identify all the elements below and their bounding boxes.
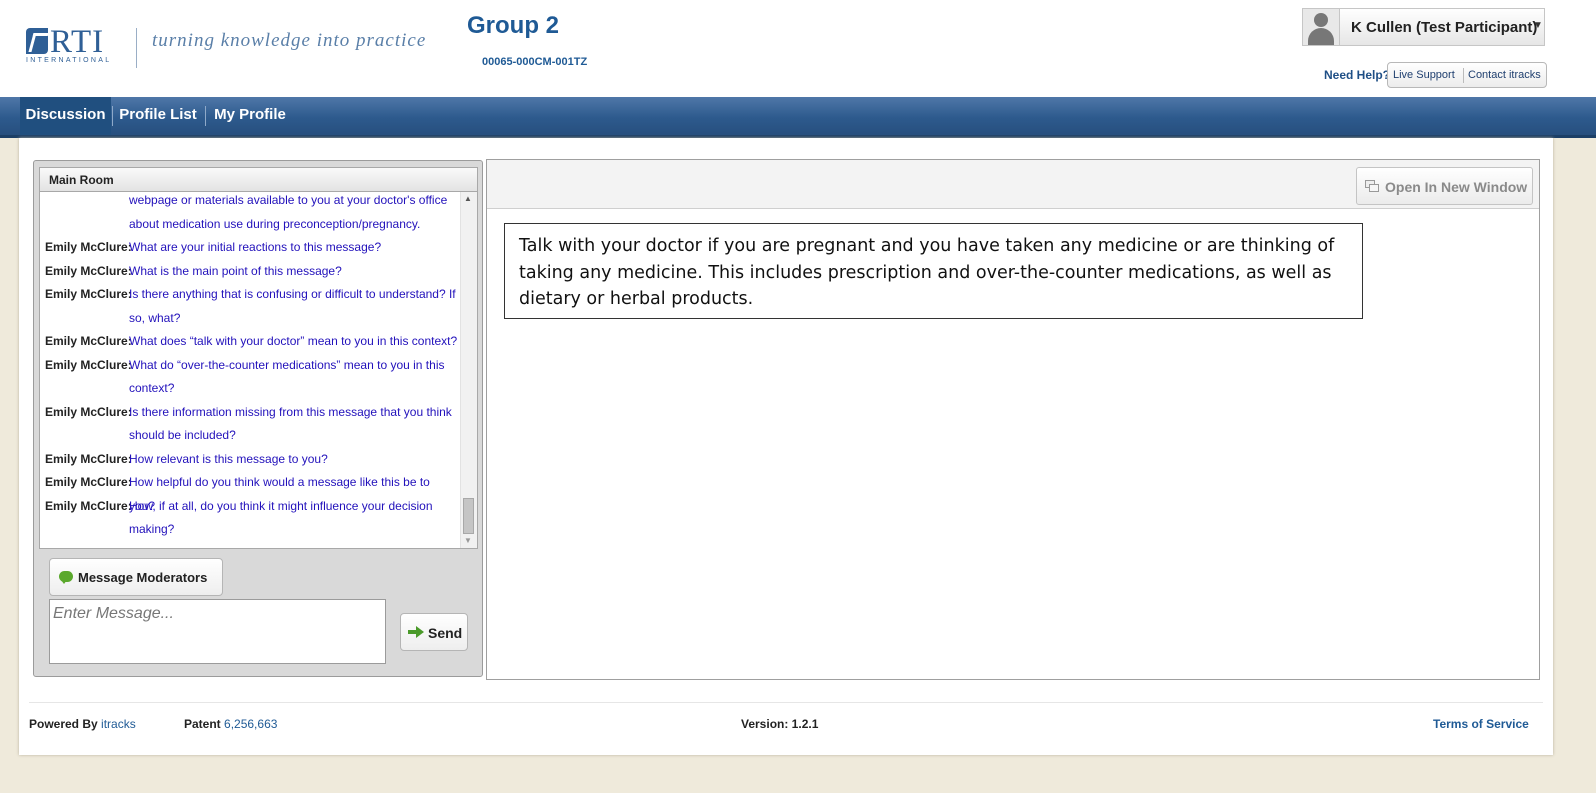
- scroll-down-arrow-icon[interactable]: ▼: [464, 536, 472, 545]
- group-title: Group 2: [467, 12, 560, 39]
- itracks-link[interactable]: itracks: [101, 717, 136, 731]
- tab-discussion[interactable]: Discussion: [20, 97, 111, 135]
- new-window-icon: [1365, 180, 1379, 192]
- stimulus-toolbar: Open In New Window: [487, 160, 1539, 209]
- chevron-down-icon: ▼: [1533, 20, 1543, 31]
- open-in-new-window-button[interactable]: Open In New Window: [1356, 167, 1533, 205]
- scrollbar-thumb[interactable]: [463, 498, 474, 534]
- rti-logo-mark-icon: [26, 28, 48, 54]
- patent: Patent 6,256,663: [184, 717, 277, 731]
- message-moderators-label: Message Moderators: [78, 570, 208, 585]
- help-divider: [1463, 68, 1464, 83]
- message-text: How, if at all, do you think it might in…: [129, 498, 433, 537]
- message-author: Emily McClure:: [45, 263, 132, 278]
- message-author: Emily McClure:: [45, 404, 132, 419]
- user-name: K Cullen (Test Participant): [1351, 19, 1538, 36]
- powered-by-label: Powered By: [29, 717, 98, 731]
- stimulus-message-box: Talk with your doctor if you are pregnan…: [504, 223, 1363, 319]
- message-text: What are your initial reactions to this …: [129, 240, 382, 254]
- message-input[interactable]: [49, 599, 386, 664]
- room-title: Main Room: [49, 173, 114, 187]
- chat-scrollbar[interactable]: ▲ ▼: [460, 192, 477, 548]
- stimulus-panel: Open In New Window Talk with your doctor…: [486, 159, 1540, 680]
- patent-link[interactable]: 6,256,663: [224, 717, 277, 731]
- stimulus-text: Talk with your doctor if you are pregnan…: [519, 236, 1335, 309]
- send-button[interactable]: Send: [400, 613, 468, 651]
- message-author: Emily McClure:: [45, 451, 132, 466]
- message-moderators-button[interactable]: Message Moderators: [49, 558, 223, 596]
- message-author: Emily McClure:: [45, 357, 132, 372]
- header: RTI INTERNATIONAL turning knowledge into…: [0, 0, 1596, 98]
- message-author: Emily McClure:: [45, 475, 132, 489]
- nav-divider: [205, 106, 206, 126]
- open-in-new-window-label: Open In New Window: [1385, 179, 1528, 195]
- patent-label: Patent: [184, 717, 221, 731]
- message-text: What does “talk with your doctor” mean t…: [129, 334, 458, 348]
- rti-logo[interactable]: RTI INTERNATIONAL: [26, 24, 122, 68]
- message-text: How relevant is this message to you?: [129, 451, 328, 466]
- version-label: Version: 1.2.1: [741, 717, 819, 731]
- help-buttons: Live Support Contact itracks: [1387, 62, 1547, 88]
- message-author: Emily McClure:: [45, 287, 132, 301]
- message-author: Emily McClure:: [45, 240, 132, 254]
- logo-subtext: INTERNATIONAL: [26, 57, 112, 64]
- chat-log[interactable]: webpage or materials available to you at…: [39, 192, 478, 549]
- arrow-right-icon: [408, 626, 424, 638]
- group-code: 00065-000CM-001TZ: [482, 56, 588, 68]
- need-help-label: Need Help?: [1324, 68, 1391, 82]
- scroll-up-arrow-icon[interactable]: ▲: [464, 194, 472, 203]
- message-text: What do “over-the-counter medications” m…: [129, 357, 445, 396]
- message-author: Emily McClure:: [45, 498, 132, 513]
- logo-divider: [136, 28, 137, 68]
- terms-of-service-link[interactable]: Terms of Service: [1433, 717, 1529, 731]
- tagline: turning knowledge into practice: [152, 30, 427, 51]
- main-nav: Discussion Profile List My Profile: [0, 97, 1596, 138]
- tab-profile-list[interactable]: Profile List: [113, 97, 203, 135]
- chat-room-header: Main Room: [39, 167, 478, 192]
- avatar: [1303, 9, 1340, 45]
- powered-by: Powered By itracks: [29, 717, 136, 731]
- logo-text: RTI: [50, 24, 105, 60]
- message-author: Emily McClure:: [45, 334, 132, 348]
- message-text: Is there information missing from this m…: [129, 404, 452, 443]
- message-text: Is there anything that is confusing or d…: [129, 287, 456, 325]
- send-label: Send: [428, 625, 463, 641]
- live-support-button[interactable]: Live Support: [1393, 69, 1455, 81]
- footer-divider: [29, 702, 1543, 703]
- user-menu-dropdown[interactable]: K Cullen (Test Participant) ▼: [1302, 8, 1545, 46]
- content-area: Main Room webpage or materials available…: [19, 138, 1553, 755]
- speech-bubble-icon: [59, 571, 73, 584]
- chat-panel: Main Room webpage or materials available…: [33, 160, 483, 677]
- tab-my-profile[interactable]: My Profile: [207, 97, 293, 135]
- contact-itracks-button[interactable]: Contact itracks: [1468, 69, 1541, 81]
- message-text: webpage or materials available to you at…: [129, 193, 448, 231]
- message-text: What is the main point of this message?: [129, 263, 342, 278]
